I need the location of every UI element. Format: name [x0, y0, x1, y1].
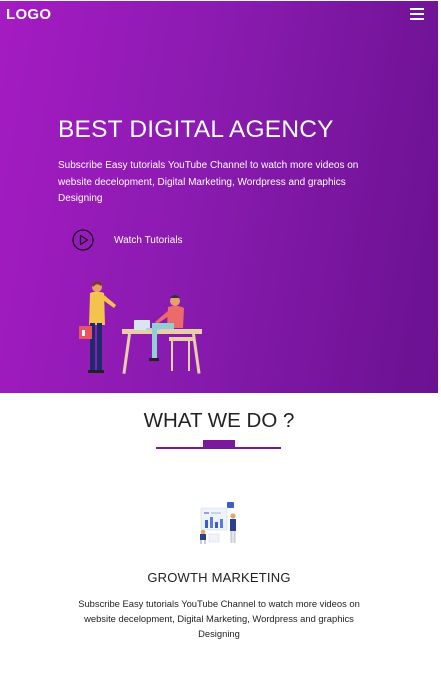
hamburger-menu-icon[interactable]: [410, 8, 424, 20]
service-title: GROWTH MARKETING: [147, 570, 291, 585]
logo[interactable]: LOGO: [6, 6, 51, 23]
service-description: Subscribe Easy tutorials YouTube Channel…: [78, 598, 360, 639]
watch-tutorials-button[interactable]: Watch Tutorials: [72, 229, 183, 251]
section-title-accent: [203, 440, 235, 447]
growth-marketing-icon: [200, 502, 236, 544]
hero-section: LOGO BEST DIGITAL AGENCY Subscribe Easy …: [0, 0, 438, 393]
watch-tutorials-label[interactable]: Watch Tutorials: [114, 235, 183, 246]
section-title: WHAT WE DO ?: [143, 409, 295, 432]
hero-description: Subscribe Easy tutorials YouTube Channel…: [58, 160, 359, 204]
play-circle-icon[interactable]: [72, 229, 94, 251]
section-title-underline: [156, 447, 281, 449]
hero-illustration: [79, 281, 202, 374]
hero-title: BEST DIGITAL AGENCY: [58, 116, 334, 143]
